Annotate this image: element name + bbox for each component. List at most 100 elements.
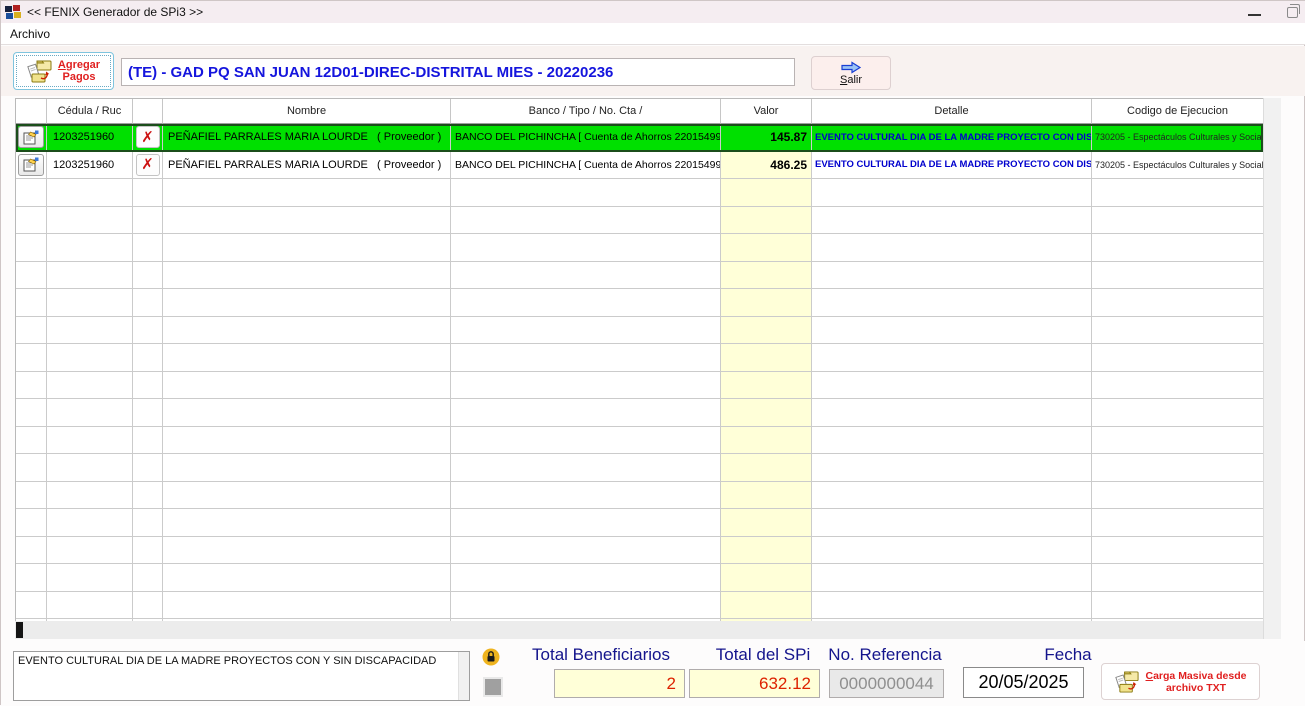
cell-codigo: 730205 - Espectáculos Culturales y Socia… [1092, 152, 1263, 180]
table-row[interactable] [16, 207, 1263, 235]
table-row[interactable]: 1203251960 ✗ PEÑAFIEL PARRALES MARIA LOU… [16, 152, 1263, 180]
cell-edit [16, 234, 47, 262]
cell-banco [451, 482, 721, 510]
restore-button[interactable] [1287, 7, 1298, 18]
table-row[interactable] [16, 509, 1263, 537]
cell-delete [133, 427, 163, 455]
table-row[interactable] [16, 289, 1263, 317]
cell-valor [721, 289, 812, 317]
cell-edit [16, 427, 47, 455]
cell-delete [133, 262, 163, 290]
delete-row-button[interactable]: ✗ [136, 154, 160, 176]
cell-valor [721, 317, 812, 345]
detalle-textarea[interactable]: EVENTO CULTURAL DIA DE LA MADRE PROYECTO… [14, 652, 458, 700]
edit-row-button[interactable] [18, 126, 44, 148]
delete-row-button[interactable]: ✗ [136, 126, 160, 148]
col-header-delete [133, 99, 163, 124]
cell-valor [721, 592, 812, 620]
cell-delete: ✗ [133, 124, 163, 152]
cell-valor [721, 509, 812, 537]
cell-detalle [812, 454, 1092, 482]
gray-square-button[interactable] [483, 677, 503, 697]
grid-vertical-scrollbar[interactable] [1263, 98, 1281, 639]
table-row[interactable] [16, 537, 1263, 565]
cell-banco [451, 234, 721, 262]
cell-codigo [1092, 537, 1263, 565]
fecha-field[interactable] [963, 667, 1084, 698]
edit-row-button[interactable] [18, 154, 44, 176]
cell-cedula: 1203251960 [47, 124, 133, 152]
cell-valor [721, 179, 812, 207]
carga-masiva-button[interactable]: Carga Masiva desdearchivo TXT [1101, 663, 1260, 700]
cell-delete [133, 207, 163, 235]
table-row[interactable] [16, 372, 1263, 400]
menu-bar: Archivo [1, 23, 1305, 45]
cell-banco [451, 179, 721, 207]
menu-archivo[interactable]: Archivo [1, 25, 59, 43]
cell-cedula [47, 564, 133, 592]
cell-delete [133, 482, 163, 510]
cell-detalle [812, 289, 1092, 317]
cell-banco [451, 262, 721, 290]
agregar-pagos-button[interactable]: AgregarPagos [13, 52, 114, 90]
cell-valor [721, 454, 812, 482]
salir-button[interactable]: Salir [811, 56, 891, 90]
cell-detalle [812, 482, 1092, 510]
table-row[interactable] [16, 482, 1263, 510]
cell-edit [16, 289, 47, 317]
cell-valor: 486.25 [721, 152, 812, 180]
cell-delete [133, 179, 163, 207]
table-row[interactable] [16, 399, 1263, 427]
cell-edit [16, 399, 47, 427]
cell-delete [133, 234, 163, 262]
table-row[interactable] [16, 427, 1263, 455]
cell-nombre [163, 179, 451, 207]
table-row[interactable] [16, 344, 1263, 372]
entity-field[interactable] [121, 58, 795, 86]
cell-detalle [812, 179, 1092, 207]
cell-cedula: 1203251960 [47, 152, 133, 180]
cell-nombre [163, 454, 451, 482]
cell-valor [721, 427, 812, 455]
grid-horizontal-scrollbar[interactable] [15, 621, 1263, 639]
table-row[interactable] [16, 592, 1263, 620]
table-row[interactable]: 1203251960 ✗ PEÑAFIEL PARRALES MARIA LOU… [16, 124, 1263, 152]
cell-nombre: PEÑAFIEL PARRALES MARIA LOURDE ( Proveed… [163, 152, 451, 180]
cell-banco [451, 317, 721, 345]
scrollbar-thumb[interactable] [16, 622, 23, 638]
table-row[interactable] [16, 179, 1263, 207]
add-payments-folder-icon [27, 59, 54, 84]
cell-delete [133, 289, 163, 317]
cell-cedula [47, 399, 133, 427]
app-window: << FENIX Generador de SPi3 >> Archivo [0, 0, 1305, 705]
window-title: << FENIX Generador de SPi3 >> [27, 5, 203, 19]
cell-banco [451, 207, 721, 235]
cell-codigo [1092, 372, 1263, 400]
col-header-codigo: Codigo de Ejecucion [1092, 99, 1264, 124]
cell-valor [721, 234, 812, 262]
textarea-scrollbar[interactable] [458, 652, 469, 700]
table-row[interactable] [16, 262, 1263, 290]
total-spi-field[interactable] [689, 669, 820, 698]
cell-banco [451, 399, 721, 427]
cell-delete [133, 454, 163, 482]
payments-table: Cédula / Ruc Nombre Banco / Tipo / No. C… [15, 98, 1263, 622]
cell-delete: ✗ [133, 152, 163, 180]
cell-cedula [47, 179, 133, 207]
cell-detalle: EVENTO CULTURAL DIA DE LA MADRE PROYECTO… [812, 124, 1092, 152]
table-row[interactable] [16, 317, 1263, 345]
cell-codigo [1092, 509, 1263, 537]
table-row[interactable] [16, 454, 1263, 482]
table-row[interactable] [16, 234, 1263, 262]
cell-cedula [47, 234, 133, 262]
total-beneficiarios-field[interactable] [554, 669, 685, 698]
cell-valor [721, 537, 812, 565]
minimize-button[interactable] [1248, 14, 1261, 16]
cell-banco [451, 289, 721, 317]
title-bar: << FENIX Generador de SPi3 >> [1, 1, 1305, 23]
cell-nombre [163, 262, 451, 290]
cell-nombre [163, 592, 451, 620]
table-row[interactable] [16, 564, 1263, 592]
cell-cedula [47, 537, 133, 565]
lock-icon [482, 648, 500, 666]
